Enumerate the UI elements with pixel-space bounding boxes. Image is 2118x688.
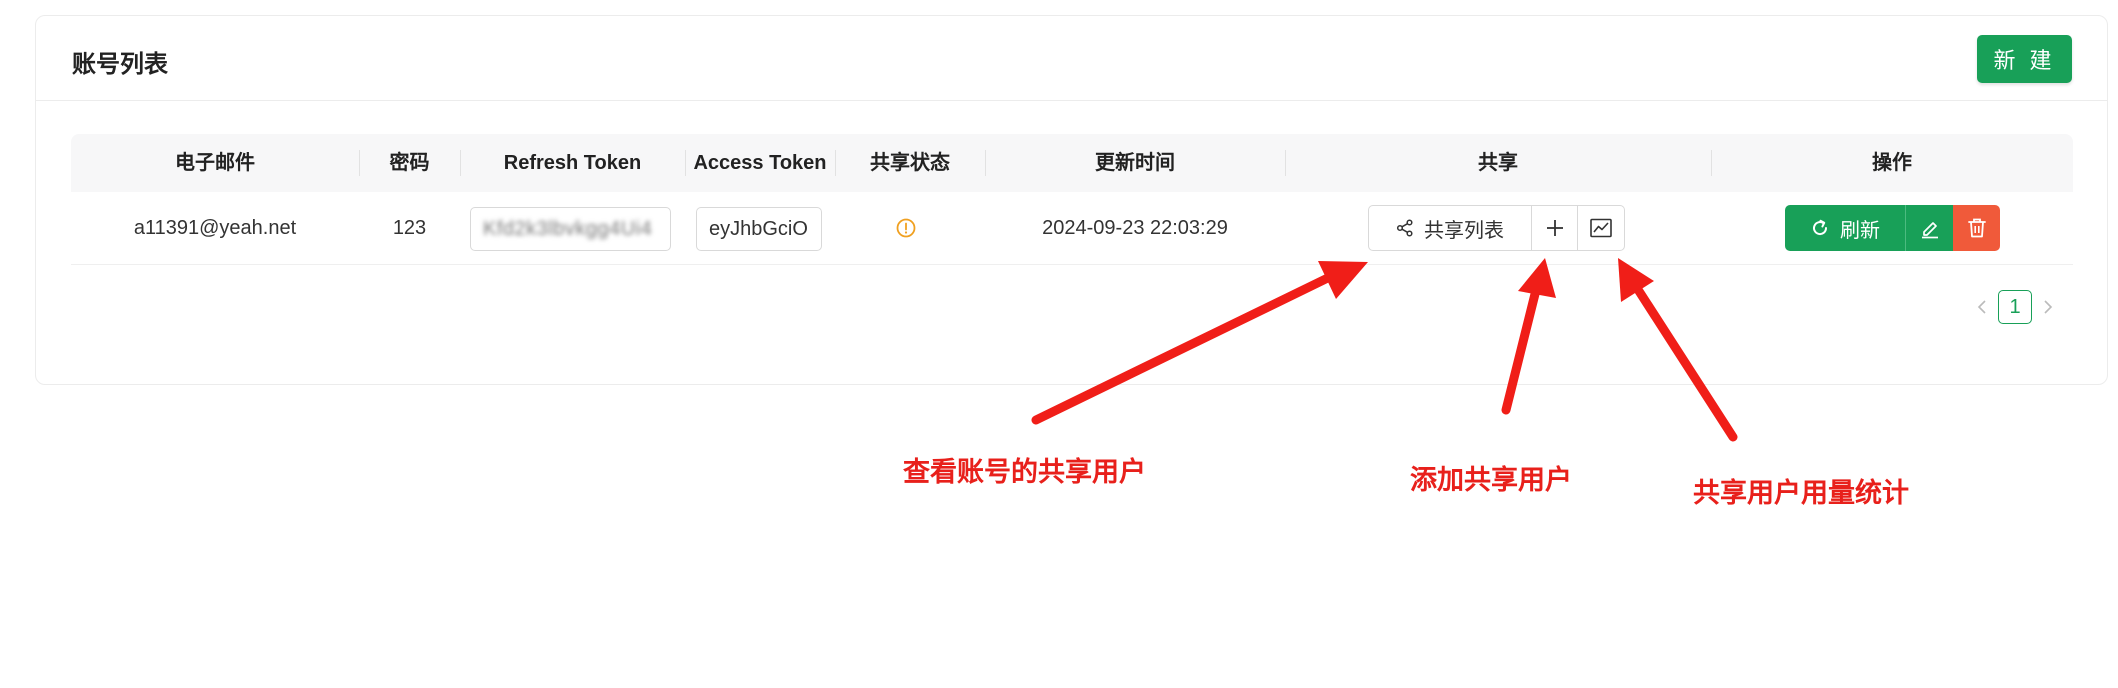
annotation-add-shared-user: 添加共享用户 bbox=[1410, 465, 1572, 495]
annotation-usage-stats: 共享用户用量统计 bbox=[1693, 478, 1909, 508]
annotation-view-shared-users: 查看账号的共享用户 bbox=[903, 457, 1146, 487]
arrow-to-add-user bbox=[1501, 258, 1556, 415]
arrow-to-usage-stats bbox=[1618, 258, 1738, 442]
arrow-to-share-list bbox=[1031, 261, 1368, 425]
annotation-arrows bbox=[1031, 258, 1738, 442]
